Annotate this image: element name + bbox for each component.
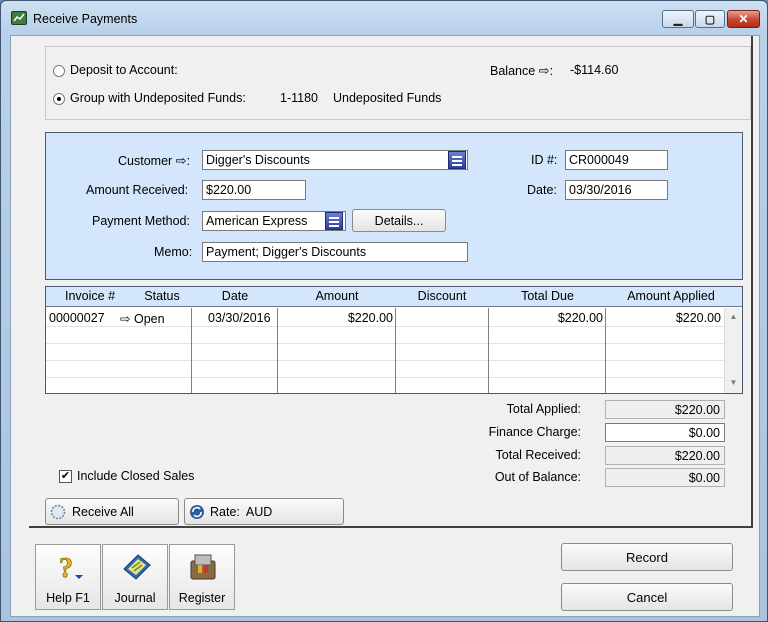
group-undeposited-radio[interactable] [53, 93, 65, 105]
total-applied-value: $220.00 [605, 400, 725, 419]
amount-received-field[interactable]: $220.00 [202, 180, 306, 200]
row-status[interactable]: ⇨ Open [120, 311, 165, 326]
form-area: Deposit to Account: Group with Undeposit… [29, 36, 753, 528]
amount-received-label: Amount Received: [86, 183, 189, 197]
total-received-value: $220.00 [605, 446, 725, 465]
grid-header: Invoice # Status Date Amount Discount To… [46, 287, 742, 307]
grid-col-divider [191, 308, 192, 393]
balance-value: -$114.60 [570, 63, 619, 77]
app-icon [11, 11, 27, 25]
out-of-balance-label: Out of Balance: [494, 470, 581, 484]
journal-icon [123, 554, 151, 580]
deposit-to-account-radio[interactable] [53, 65, 65, 77]
finance-charge-label: Finance Charge: [488, 425, 581, 439]
col-date[interactable]: Date [192, 289, 278, 303]
receive-all-label: Receive All [72, 504, 134, 519]
register-icon [190, 554, 216, 580]
row-date[interactable]: 03/30/2016 [208, 311, 271, 325]
invoice-grid: Invoice # Status Date Amount Discount To… [45, 286, 743, 394]
col-status[interactable]: Status [130, 289, 194, 303]
customer-zoom-arrow-icon[interactable]: ⇨ [176, 153, 187, 169]
payment-method-list-button[interactable] [325, 212, 343, 230]
svg-text:?: ? [59, 553, 73, 583]
customer-panel: Customer ⇨: Digger's Discounts Amount Re… [45, 132, 743, 280]
memo-field[interactable]: Payment; Digger's Discounts [202, 242, 468, 262]
minimize-icon: ▁ [673, 13, 683, 26]
status-arrow-icon[interactable]: ⇨ [120, 312, 130, 326]
journal-label: Journal [114, 591, 156, 605]
rate-button[interactable]: Rate: AUD [184, 498, 344, 525]
register-label: Register [178, 591, 226, 605]
title-bar[interactable]: Receive Payments ▁ ▢ ✕ [1, 1, 767, 35]
balance-label: Balance ⇨: [490, 63, 554, 79]
grid-row-line [46, 360, 724, 361]
grid-row-line [46, 326, 724, 327]
details-button[interactable]: Details... [352, 209, 446, 232]
payment-method-label: Payment Method: [92, 214, 190, 228]
memo-label: Memo: [154, 245, 193, 259]
group-undeposited-label[interactable]: Group with Undeposited Funds: [70, 91, 246, 105]
register-button[interactable]: Register [169, 544, 235, 610]
col-invoice[interactable]: Invoice # [46, 289, 134, 303]
cancel-button[interactable]: Cancel [561, 583, 733, 611]
row-total-due[interactable]: $220.00 [489, 311, 603, 325]
journal-button[interactable]: Journal [102, 544, 168, 610]
customer-field[interactable]: Digger's Discounts [202, 150, 468, 170]
help-button[interactable]: ? Help F1 [35, 544, 101, 610]
grid-scrollbar[interactable]: ▲ ▼ [724, 308, 742, 393]
id-field[interactable]: CR000049 [565, 150, 668, 170]
client-area: Deposit to Account: Group with Undeposit… [10, 35, 760, 617]
grid-row-line [46, 343, 724, 344]
grid-row-line [46, 377, 724, 378]
customer-list-button[interactable] [448, 151, 466, 169]
account-name: Undeposited Funds [333, 91, 442, 105]
row-invoice[interactable]: 00000027 [49, 311, 105, 325]
finance-charge-field[interactable]: $0.00 [605, 423, 725, 442]
maximize-button[interactable]: ▢ [695, 10, 725, 28]
minimize-button[interactable]: ▁ [662, 10, 694, 28]
col-amount-applied[interactable]: Amount Applied [606, 289, 736, 303]
date-field[interactable]: 03/30/2016 [565, 180, 668, 200]
maximize-icon: ▢ [704, 13, 716, 26]
deposit-options-box: Deposit to Account: Group with Undeposit… [45, 46, 751, 120]
record-button[interactable]: Record [561, 543, 733, 571]
grid-col-divider [395, 308, 396, 393]
total-applied-label: Total Applied: [506, 402, 581, 416]
receive-all-icon [50, 504, 66, 519]
receive-all-button[interactable]: Receive All [45, 498, 179, 525]
zoom-arrow-icon[interactable]: ⇨ [539, 63, 550, 79]
date-label: Date: [527, 183, 557, 197]
help-icon: ? [59, 553, 83, 583]
currency-rate-icon [190, 504, 204, 519]
close-icon: ✕ [738, 12, 749, 26]
total-received-label: Total Received: [495, 448, 581, 462]
col-total-due[interactable]: Total Due [489, 289, 606, 303]
account-number: 1-1180 [280, 91, 318, 105]
window-title: Receive Payments [33, 12, 138, 26]
include-closed-label[interactable]: Include Closed Sales [77, 469, 194, 483]
rate-label: Rate: [210, 504, 240, 519]
close-button[interactable]: ✕ [727, 10, 760, 28]
out-of-balance-value: $0.00 [605, 468, 725, 487]
help-label: Help F1 [46, 591, 90, 605]
rate-value: AUD [245, 504, 273, 519]
id-label: ID #: [531, 153, 558, 167]
col-discount[interactable]: Discount [396, 289, 488, 303]
row-amount[interactable]: $220.00 [278, 311, 393, 325]
receive-payments-window: Receive Payments ▁ ▢ ✕ Deposit to Accoun… [0, 0, 768, 622]
include-closed-checkbox[interactable]: ✔ [59, 470, 72, 483]
scroll-down-icon[interactable]: ▼ [725, 376, 742, 390]
deposit-to-account-label[interactable]: Deposit to Account: [70, 63, 178, 77]
row-amount-applied[interactable]: $220.00 [606, 311, 721, 325]
scroll-up-icon[interactable]: ▲ [725, 310, 742, 324]
customer-label: Customer ⇨: [118, 153, 191, 169]
col-amount[interactable]: Amount [278, 289, 396, 303]
